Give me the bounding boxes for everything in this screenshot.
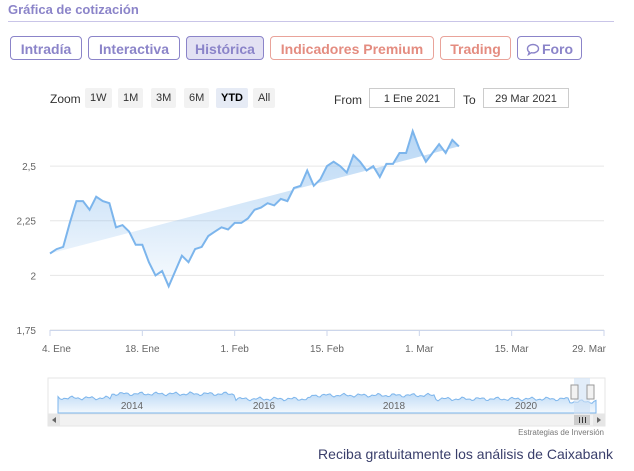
navigator-year-label: 2016	[253, 401, 276, 412]
x-tick-label: 15. Feb	[310, 344, 344, 355]
x-tick-label: 18. Ene	[125, 344, 160, 355]
y-axis-ticks: 1,75 2 2,25 2,5	[17, 162, 37, 337]
zoom-3m-button[interactable]: 3M	[151, 88, 177, 108]
range-to-input[interactable]: 29 Mar 2021	[483, 88, 569, 108]
zoom-all-button[interactable]: All	[253, 88, 276, 108]
chart-credit[interactable]: Estrategias de Inversión	[518, 428, 604, 437]
chat-bubble-icon	[526, 43, 540, 57]
tab-historica[interactable]: Histórica	[186, 36, 264, 60]
chart-gridlines	[50, 165, 604, 331]
range-to-label: To	[463, 93, 476, 107]
y-tick-label: 2,25	[17, 217, 37, 228]
x-tick-label: 15. Mar	[495, 344, 530, 355]
x-axis-ticks: 4. Ene 18. Ene 1. Feb 15. Feb 1. Mar 15. Mar 2…	[42, 330, 607, 355]
navigator-year-label: 2020	[515, 401, 538, 412]
tab-indicadores-label: Indicadores Premium	[280, 41, 424, 57]
navigator[interactable]: 2014 2016 2018 2020	[47, 377, 606, 415]
tab-intradia-label: Intradía	[20, 41, 72, 57]
range-from-input[interactable]: 1 Ene 2021	[369, 88, 455, 108]
y-tick-label: 1,75	[17, 326, 37, 337]
zoom-1m-button[interactable]: 1M	[118, 88, 144, 108]
tab-historica-label: Histórica	[195, 41, 255, 57]
tab-intradia[interactable]: Intradía	[10, 36, 82, 60]
x-tick-label: 4. Ene	[42, 344, 71, 355]
zoom-label: Zoom	[50, 92, 81, 106]
tab-indicadores-premium[interactable]: Indicadores Premium	[270, 36, 434, 60]
tab-interactiva-label: Interactiva	[98, 41, 170, 57]
price-chart: 1,75 2 2,25 2,5 4. Ene 18. Ene 1. Feb 15. Feb 1…	[17, 127, 607, 427]
range-from-label: From	[334, 93, 362, 107]
section-title: Gráfica de cotización	[8, 2, 139, 17]
x-tick-label: 29. Mar	[572, 344, 607, 355]
tab-interactiva[interactable]: Interactiva	[88, 36, 180, 60]
navigator-left-handle[interactable]	[570, 384, 579, 400]
scrollbar-track[interactable]	[47, 413, 606, 427]
tab-trading[interactable]: Trading	[440, 36, 511, 60]
title-divider	[8, 21, 614, 22]
tab-foro-label: Foro	[541, 41, 574, 57]
y-tick-label: 2	[30, 271, 36, 282]
navigator-year-label: 2014	[121, 401, 144, 412]
zoom-ytd-button[interactable]: YTD	[216, 88, 248, 108]
x-tick-label: 1. Mar	[405, 344, 434, 355]
y-tick-label: 2,5	[22, 162, 36, 173]
zoom-6m-button[interactable]: 6M	[184, 88, 210, 108]
promo-link[interactable]: Reciba gratuitamente los análisis de Cai…	[318, 446, 613, 462]
scrollbar[interactable]	[47, 413, 606, 427]
zoom-1w-button[interactable]: 1W	[85, 88, 112, 108]
tab-foro[interactable]: Foro	[517, 36, 582, 60]
navigator-right-handle[interactable]	[586, 384, 595, 400]
x-tick-label: 1. Feb	[220, 344, 249, 355]
navigator-year-label: 2018	[383, 401, 406, 412]
tab-trading-label: Trading	[450, 41, 501, 57]
